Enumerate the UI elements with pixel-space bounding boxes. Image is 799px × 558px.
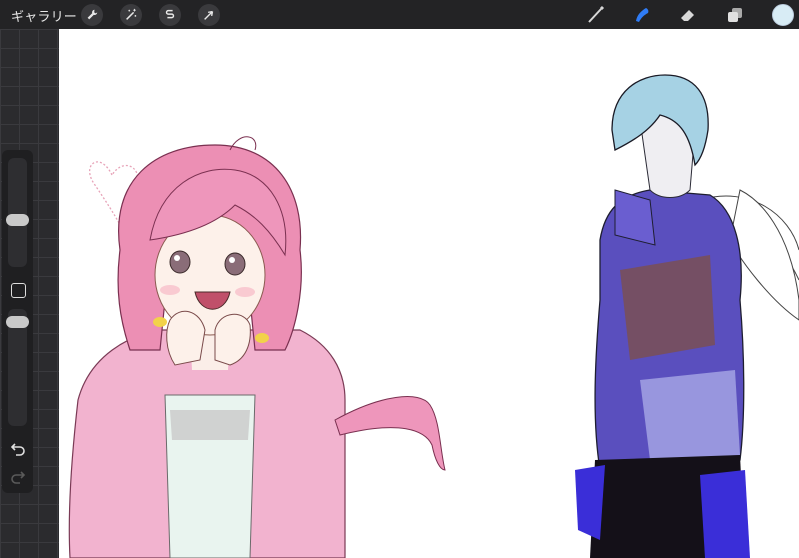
transform-button[interactable] xyxy=(198,4,220,26)
wrench-icon xyxy=(87,9,98,20)
brush-icon xyxy=(588,5,605,23)
pink-girl-figure xyxy=(68,136,446,558)
smudge-finger-icon xyxy=(636,8,649,22)
eraser-icon xyxy=(681,10,694,21)
actions-button[interactable] xyxy=(81,4,103,26)
layers-icon xyxy=(728,8,742,22)
undo-icon[interactable] xyxy=(10,442,26,456)
blue-boy-figure xyxy=(575,74,799,558)
color-picker-button[interactable] xyxy=(772,4,794,26)
gallery-button[interactable]: ギャラリー xyxy=(11,6,77,25)
opacity-slider[interactable] xyxy=(6,309,29,426)
top-toolbar: ギャラリー xyxy=(0,0,799,29)
selection-button[interactable] xyxy=(159,4,181,26)
artwork xyxy=(68,74,799,558)
layers-tool[interactable] xyxy=(724,4,746,26)
opacity-thumb[interactable] xyxy=(6,316,29,328)
sidebar xyxy=(2,150,33,493)
brush-tool[interactable] xyxy=(585,4,607,26)
smudge-tool[interactable] xyxy=(631,4,653,26)
magic-wand-icon xyxy=(126,8,137,20)
redo-icon[interactable] xyxy=(10,470,26,484)
brush-size-thumb[interactable] xyxy=(6,214,29,226)
adjustments-button[interactable] xyxy=(120,4,142,26)
left-panel-background xyxy=(0,29,59,558)
arrow-cursor-icon xyxy=(204,10,214,20)
eraser-tool[interactable] xyxy=(677,4,699,26)
drawing-canvas[interactable] xyxy=(59,29,799,558)
selection-s-icon xyxy=(165,9,175,19)
modify-button[interactable] xyxy=(11,283,26,298)
brush-size-slider[interactable] xyxy=(6,158,29,267)
